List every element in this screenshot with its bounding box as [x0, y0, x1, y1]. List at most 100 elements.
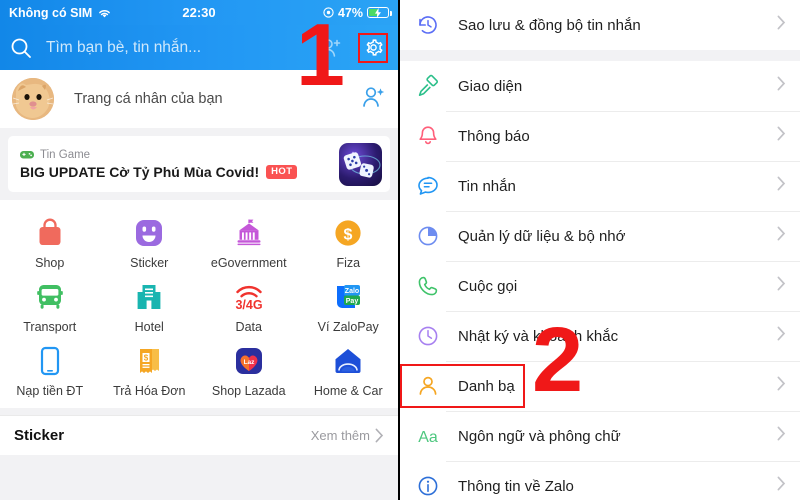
- see-more-button[interactable]: Xem thêm: [311, 428, 384, 443]
- game-banner[interactable]: Tin Game BIG UPDATE Cờ Tỷ Phú Mùa Covid!…: [8, 136, 390, 192]
- 3g-4g-signal-icon[interactable]: 3/4G: [233, 280, 265, 314]
- menu-item-calls[interactable]: Cuộc gọi: [400, 261, 800, 311]
- settings-gear-button[interactable]: [358, 32, 388, 63]
- game-banner-kicker: Tin Game: [20, 149, 339, 161]
- gear-icon[interactable]: [363, 37, 384, 58]
- app-fiza[interactable]: $ Fiza: [299, 210, 399, 274]
- invoice-receipt-icon[interactable]: $: [134, 344, 164, 378]
- game-banner-kicker-label: Tin Game: [40, 148, 91, 161]
- menu-item-label: Sao lưu & đồng bộ tin nhắn: [458, 16, 641, 34]
- svg-text:3/4G: 3/4G: [235, 298, 262, 312]
- app-shop[interactable]: Shop: [0, 210, 100, 274]
- chevron-right-icon: [777, 226, 786, 246]
- left-phone-screen: Không có SIM 22:30 47% Tìm bạn bè, tin n…: [0, 0, 400, 500]
- app-label: Data: [235, 320, 262, 334]
- search-input[interactable]: Tìm bạn bè, tin nhắn...: [46, 39, 201, 57]
- game-banner-title-row: BIG UPDATE Cờ Tỷ Phú Mùa Covid! HOT: [20, 164, 339, 180]
- government-building-icon[interactable]: [234, 216, 264, 250]
- app-label: eGovernment: [210, 256, 287, 270]
- zalopay-wallet-icon[interactable]: Zalo Pay: [333, 280, 363, 314]
- lazada-heart-icon[interactable]: Laz: [234, 344, 264, 378]
- menu-item-messages[interactable]: Tin nhắn: [400, 161, 800, 211]
- dollar-coin-icon[interactable]: $: [333, 216, 363, 250]
- game-banner-wrapper: Tin Game BIG UPDATE Cờ Tỷ Phú Mùa Covid!…: [0, 136, 398, 192]
- app-egovernment[interactable]: eGovernment: [199, 210, 299, 274]
- app-row: Transport Hotel 3/4G Data Zalo Pay Ví Za…: [0, 274, 398, 338]
- menu-item-label: Cuộc gọi: [458, 277, 518, 295]
- menu-item-diary-moments[interactable]: Nhật ký và khoảnh khắc: [400, 311, 800, 361]
- app-naptien[interactable]: Nạp tiền ĐT: [0, 338, 100, 402]
- mobile-phone-icon[interactable]: [37, 344, 63, 378]
- app-homecar[interactable]: Home & Car: [299, 338, 399, 402]
- profile-name-label: Trang cá nhân của bạn: [74, 91, 223, 107]
- chevron-right-icon: [777, 476, 786, 496]
- clock-icon: [414, 324, 442, 348]
- info-circle-icon: [414, 474, 442, 498]
- font-aa-icon: Aa: [414, 425, 442, 447]
- menu-item-about-zalo[interactable]: Thông tin về Zalo: [400, 461, 800, 500]
- chevron-right-icon: [375, 428, 384, 443]
- home-car-icon[interactable]: [332, 344, 364, 378]
- menu-item-data-storage[interactable]: Quản lý dữ liệu & bộ nhớ: [400, 211, 800, 261]
- menu-item-backup-sync[interactable]: Sao lưu & đồng bộ tin nhắn: [400, 0, 800, 50]
- step-marker-2: 2: [532, 309, 584, 411]
- app-trahoadon[interactable]: $ Trả Hóa Đơn: [100, 338, 200, 402]
- app-data[interactable]: 3/4G Data: [199, 274, 299, 338]
- history-clock-icon: [414, 13, 442, 37]
- search-icon[interactable]: [10, 37, 32, 59]
- menu-item-notifications[interactable]: Thông báo: [400, 111, 800, 161]
- svg-text:Pay: Pay: [346, 298, 359, 305]
- add-friend-icon[interactable]: [362, 86, 386, 113]
- avatar[interactable]: [12, 78, 54, 120]
- svg-text:$: $: [144, 354, 149, 363]
- see-more-label: Xem thêm: [310, 428, 370, 443]
- app-hotel[interactable]: Hotel: [100, 274, 200, 338]
- svg-text:Zalo: Zalo: [345, 288, 359, 295]
- app-transport[interactable]: Transport: [0, 274, 100, 338]
- app-row: Nạp tiền ĐT $ Trả Hóa Đơn Laz Shop Lazad…: [0, 338, 398, 402]
- app-label: Shop Lazada: [211, 384, 286, 398]
- bus-icon[interactable]: [35, 280, 65, 314]
- app-grid: Shop Sticker eGovernment $ Fiza Transpor…: [0, 200, 398, 408]
- menu-section-gap: [400, 50, 800, 61]
- chevron-right-icon: [777, 376, 786, 396]
- svg-text:Laz: Laz: [243, 359, 255, 366]
- app-sticker[interactable]: Sticker: [100, 210, 200, 274]
- svg-text:$: $: [344, 227, 353, 244]
- contact-person-icon: [414, 374, 442, 398]
- menu-item-label: Ngôn ngữ và phông chữ: [458, 427, 621, 445]
- menu-item-contacts[interactable]: Danh bạ: [400, 361, 800, 411]
- svg-text:Aa: Aa: [418, 429, 438, 446]
- gamepad-icon: [20, 151, 34, 159]
- app-label: Shop: [35, 256, 65, 270]
- app-zalopay[interactable]: Zalo Pay Ví ZaloPay: [299, 274, 399, 338]
- chevron-right-icon: [777, 426, 786, 446]
- menu-item-label: Tin nhắn: [458, 177, 516, 195]
- pie-chart-icon: [414, 224, 442, 248]
- app-label: Ví ZaloPay: [317, 320, 379, 334]
- dice-game-thumbnail[interactable]: [339, 142, 382, 186]
- app-lazada[interactable]: Laz Shop Lazada: [199, 338, 299, 402]
- section-gap: [0, 408, 398, 415]
- smiley-sticker-icon[interactable]: [134, 216, 164, 250]
- chevron-right-icon: [777, 176, 786, 196]
- right-phone-screen: Sao lưu & đồng bộ tin nhắn Giao diện Thô…: [400, 0, 800, 500]
- screenshot-root: Không có SIM 22:30 47% Tìm bạn bè, tin n…: [0, 0, 800, 500]
- hotel-building-icon[interactable]: [134, 280, 164, 314]
- chevron-right-icon: [777, 276, 786, 296]
- menu-item-interface[interactable]: Giao diện: [400, 61, 800, 111]
- menu-item-label: Danh bạ: [458, 377, 515, 395]
- chevron-right-icon: [777, 326, 786, 346]
- carrier-label: Không có SIM: [9, 5, 93, 20]
- app-label: Nạp tiền ĐT: [16, 384, 84, 398]
- menu-item-language-font[interactable]: Aa Ngôn ngữ và phông chữ: [400, 411, 800, 461]
- app-label: Sticker: [130, 256, 169, 270]
- sticker-section-header[interactable]: Sticker Xem thêm: [0, 415, 398, 455]
- status-badge: HOT: [266, 164, 298, 179]
- shopping-bag-icon[interactable]: [36, 216, 64, 250]
- section-gap: [0, 128, 398, 136]
- section-gap: [0, 192, 398, 200]
- menu-item-label: Giao diện: [458, 77, 523, 95]
- chat-bubble-icon: [414, 174, 442, 198]
- app-row: Shop Sticker eGovernment $ Fiza: [0, 210, 398, 274]
